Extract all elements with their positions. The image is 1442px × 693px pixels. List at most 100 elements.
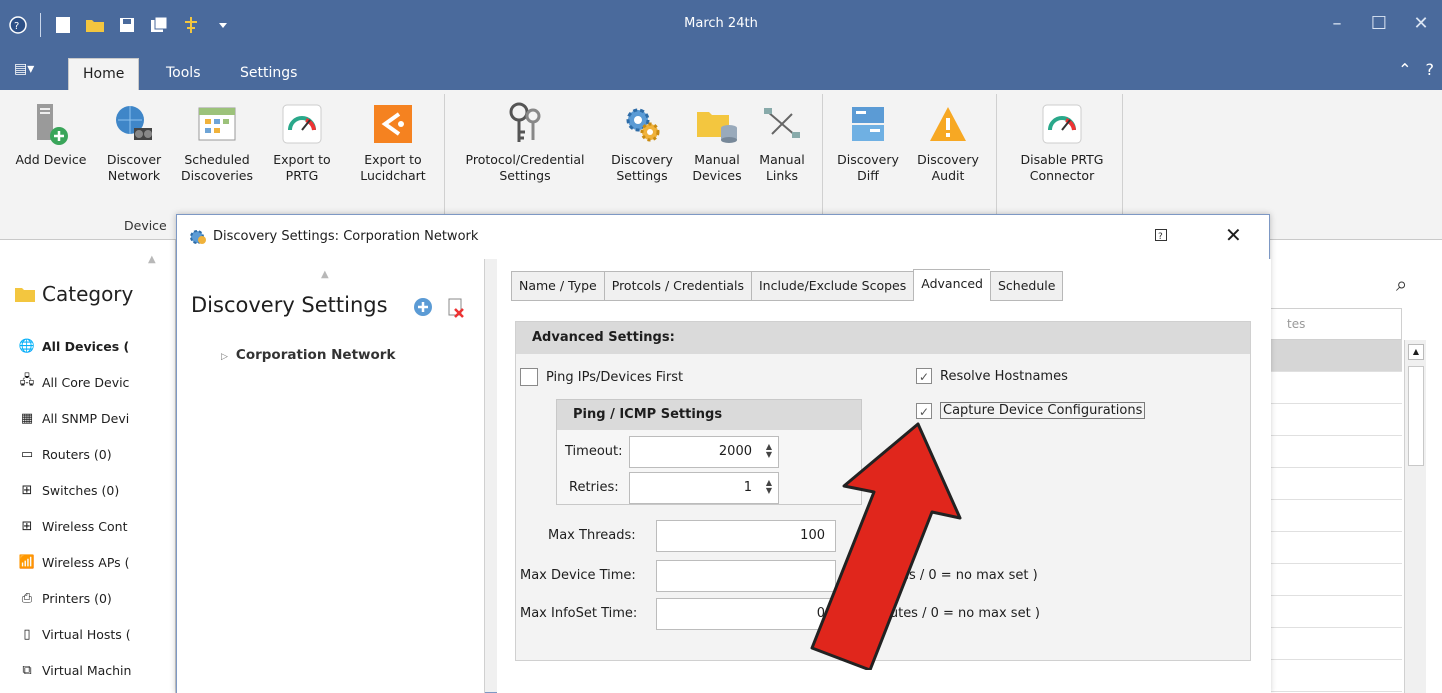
close-window-icon[interactable]: ✕ [1400,8,1442,38]
scroll-up-icon[interactable]: ▲ [1408,344,1424,360]
export-prtg-label-2: PRTG [285,168,319,183]
app-window: ? March 24th – ☐ ✕ ▤▾ Home Tools Setting… [0,0,1442,693]
capture-configs-label: Capture Device Configurations [940,402,1146,419]
add-device-label: Add Device [15,152,87,167]
discover-network-label-2: Network [107,168,161,183]
capture-configs-checkbox[interactable]: ✓ Capture Device Configurations [916,402,1146,419]
table-row[interactable] [1270,404,1402,436]
red-arrow-icon [810,422,962,670]
table-row[interactable] [1270,436,1402,468]
category-item-virtual-hosts[interactable]: ▯ Virtual Hosts ( [18,622,176,646]
tab-name-type[interactable]: Name / Type [511,271,604,301]
checkbox-checked-icon[interactable]: ✓ [916,402,932,419]
tree-node-corporation-network[interactable]: ▷ Corporation Network [221,347,395,363]
category-item-printers[interactable]: ⎙ Printers (0) [18,586,176,610]
collapse-ribbon-icon[interactable]: ⌃ [1398,60,1411,79]
scheduled-discoveries-button[interactable]: Scheduled Discoveries [174,98,260,184]
export-prtg-label-1: Export to [273,152,331,167]
category-item-routers[interactable]: ▭ Routers (0) [18,442,176,466]
discover-network-button[interactable]: Discover Network [96,98,172,184]
stepper-arrows-icon[interactable]: ▲ ▼ [766,443,772,459]
category-label: Switches (0) [42,482,120,498]
warning-icon [926,102,970,146]
minimize-icon[interactable]: – [1316,8,1358,38]
network-icon: 🖧 [19,373,35,388]
protocol-credential-button[interactable]: Protocol/Credential Settings [452,98,598,184]
category-item-all-devices[interactable]: 🌐 All Devices ( [18,334,176,358]
table-row[interactable] [1270,500,1402,532]
stepper-arrows-icon[interactable]: ▲ ▼ [766,479,772,495]
table-row[interactable] [1270,628,1402,660]
gears-icon [620,102,664,146]
tab-settings[interactable]: Settings [226,58,311,90]
dialog-close-icon[interactable]: ✕ [1225,223,1242,247]
manual-links-button[interactable]: Manual Links [752,98,812,184]
scroll-thumb[interactable] [1408,366,1424,466]
discovery-settings-label-1: Discovery [611,152,673,167]
scroll-up-icon[interactable]: ▲ [321,269,329,280]
add-device-button[interactable]: Add Device [8,98,94,168]
grid-scrollbar[interactable]: ▲ [1404,340,1426,693]
category-item-wireless-aps[interactable]: 📶 Wireless APs ( [18,550,176,574]
discovery-settings-button[interactable]: Discovery Settings [604,98,680,184]
help-icon[interactable]: ? [1426,60,1435,79]
app-menu-icon[interactable]: ▤▾ [14,61,44,81]
retries-stepper[interactable]: 1 ▲ ▼ [629,472,779,504]
tab-advanced[interactable]: Advanced [913,269,990,301]
checkbox-unchecked-icon[interactable] [520,368,538,386]
discover-network-label-1: Discover [106,152,162,167]
discovery-audit-label-2: Audit [931,168,965,183]
table-row[interactable] [1270,596,1402,628]
category-title: Category [42,282,134,306]
table-row[interactable] [1270,340,1402,372]
dialog-help-icon[interactable]: ? [1155,229,1167,244]
tab-home[interactable]: Home [68,58,140,90]
category-item-switches[interactable]: ⊞ Switches (0) [18,478,176,502]
disable-prtg-button[interactable]: Disable PRTG Connector [1004,98,1120,184]
manual-devices-label-2: Devices [692,168,742,183]
export-prtg-button[interactable]: Export to PRTG [264,98,340,184]
grid-column-header[interactable]: tes [1270,308,1402,340]
tab-tools[interactable]: Tools [152,58,215,90]
add-discovery-icon[interactable] [413,297,433,321]
category-panel: ▲ Category 🌐 All Devices ( 🖧 All Core Devi… [0,240,176,693]
table-row[interactable] [1270,468,1402,500]
category-item-virtual-machines[interactable]: ⧉ Virtual Machin [18,658,176,682]
tab-include-exclude-scopes[interactable]: Include/Exclude Scopes [751,271,914,301]
virtual-machine-icon: ⧉ [22,662,32,678]
globe-user-icon: 🌐 [18,338,36,354]
category-item-wireless-controllers[interactable]: ⊞ Wireless Cont [18,514,176,538]
export-lucidchart-button[interactable]: Export to Lucidchart [350,98,436,184]
max-device-time-label: Max Device Time: [520,568,636,583]
table-row[interactable] [1270,372,1402,404]
keys-icon [503,102,547,146]
export-lucid-label-2: Lucidchart [360,168,426,183]
icmp-settings-heading: Ping / ICMP Settings [573,407,723,422]
disable-prtg-label-1: Disable PRTG [1020,152,1104,167]
ping-first-checkbox[interactable]: Ping IPs/Devices First [520,368,683,386]
discovery-audit-button[interactable]: Discovery Audit [910,98,986,184]
manual-devices-button[interactable]: Manual Devices [684,98,750,184]
search-icon[interactable]: ⌕ [1396,272,1407,296]
table-row[interactable] [1270,532,1402,564]
checkbox-checked-icon[interactable]: ✓ [916,368,932,384]
wireless-controller-icon: ⊞ [21,518,33,534]
tab-schedule[interactable]: Schedule [990,271,1064,301]
timeout-stepper[interactable]: 2000 ▲ ▼ [629,436,779,468]
scroll-up-icon[interactable]: ▲ [148,254,156,265]
cable-links-icon [760,102,804,146]
table-row[interactable] [1270,564,1402,596]
discovery-diff-button[interactable]: Discovery Diff [830,98,906,184]
ribbon-tab-bar: ▤▾ Home Tools Settings ⌃ ? [0,52,1442,90]
resolve-hostnames-checkbox[interactable]: ✓ Resolve Hostnames [916,368,1068,384]
category-label: All SNMP Devi [42,410,130,426]
expand-arrow-icon[interactable]: ▷ [221,352,228,362]
category-item-core-devices[interactable]: 🖧 All Core Devic [18,370,176,394]
delete-discovery-icon[interactable] [447,297,465,323]
maximize-icon[interactable]: ☐ [1358,8,1400,38]
window-title: March 24th [684,16,758,31]
table-row[interactable] [1270,660,1402,692]
category-item-snmp-devices[interactable]: ▦ All SNMP Devi [18,406,176,430]
advanced-settings-heading: Advanced Settings: [532,330,675,345]
tab-protocols-credentials[interactable]: Protcols / Credentials [603,271,751,301]
